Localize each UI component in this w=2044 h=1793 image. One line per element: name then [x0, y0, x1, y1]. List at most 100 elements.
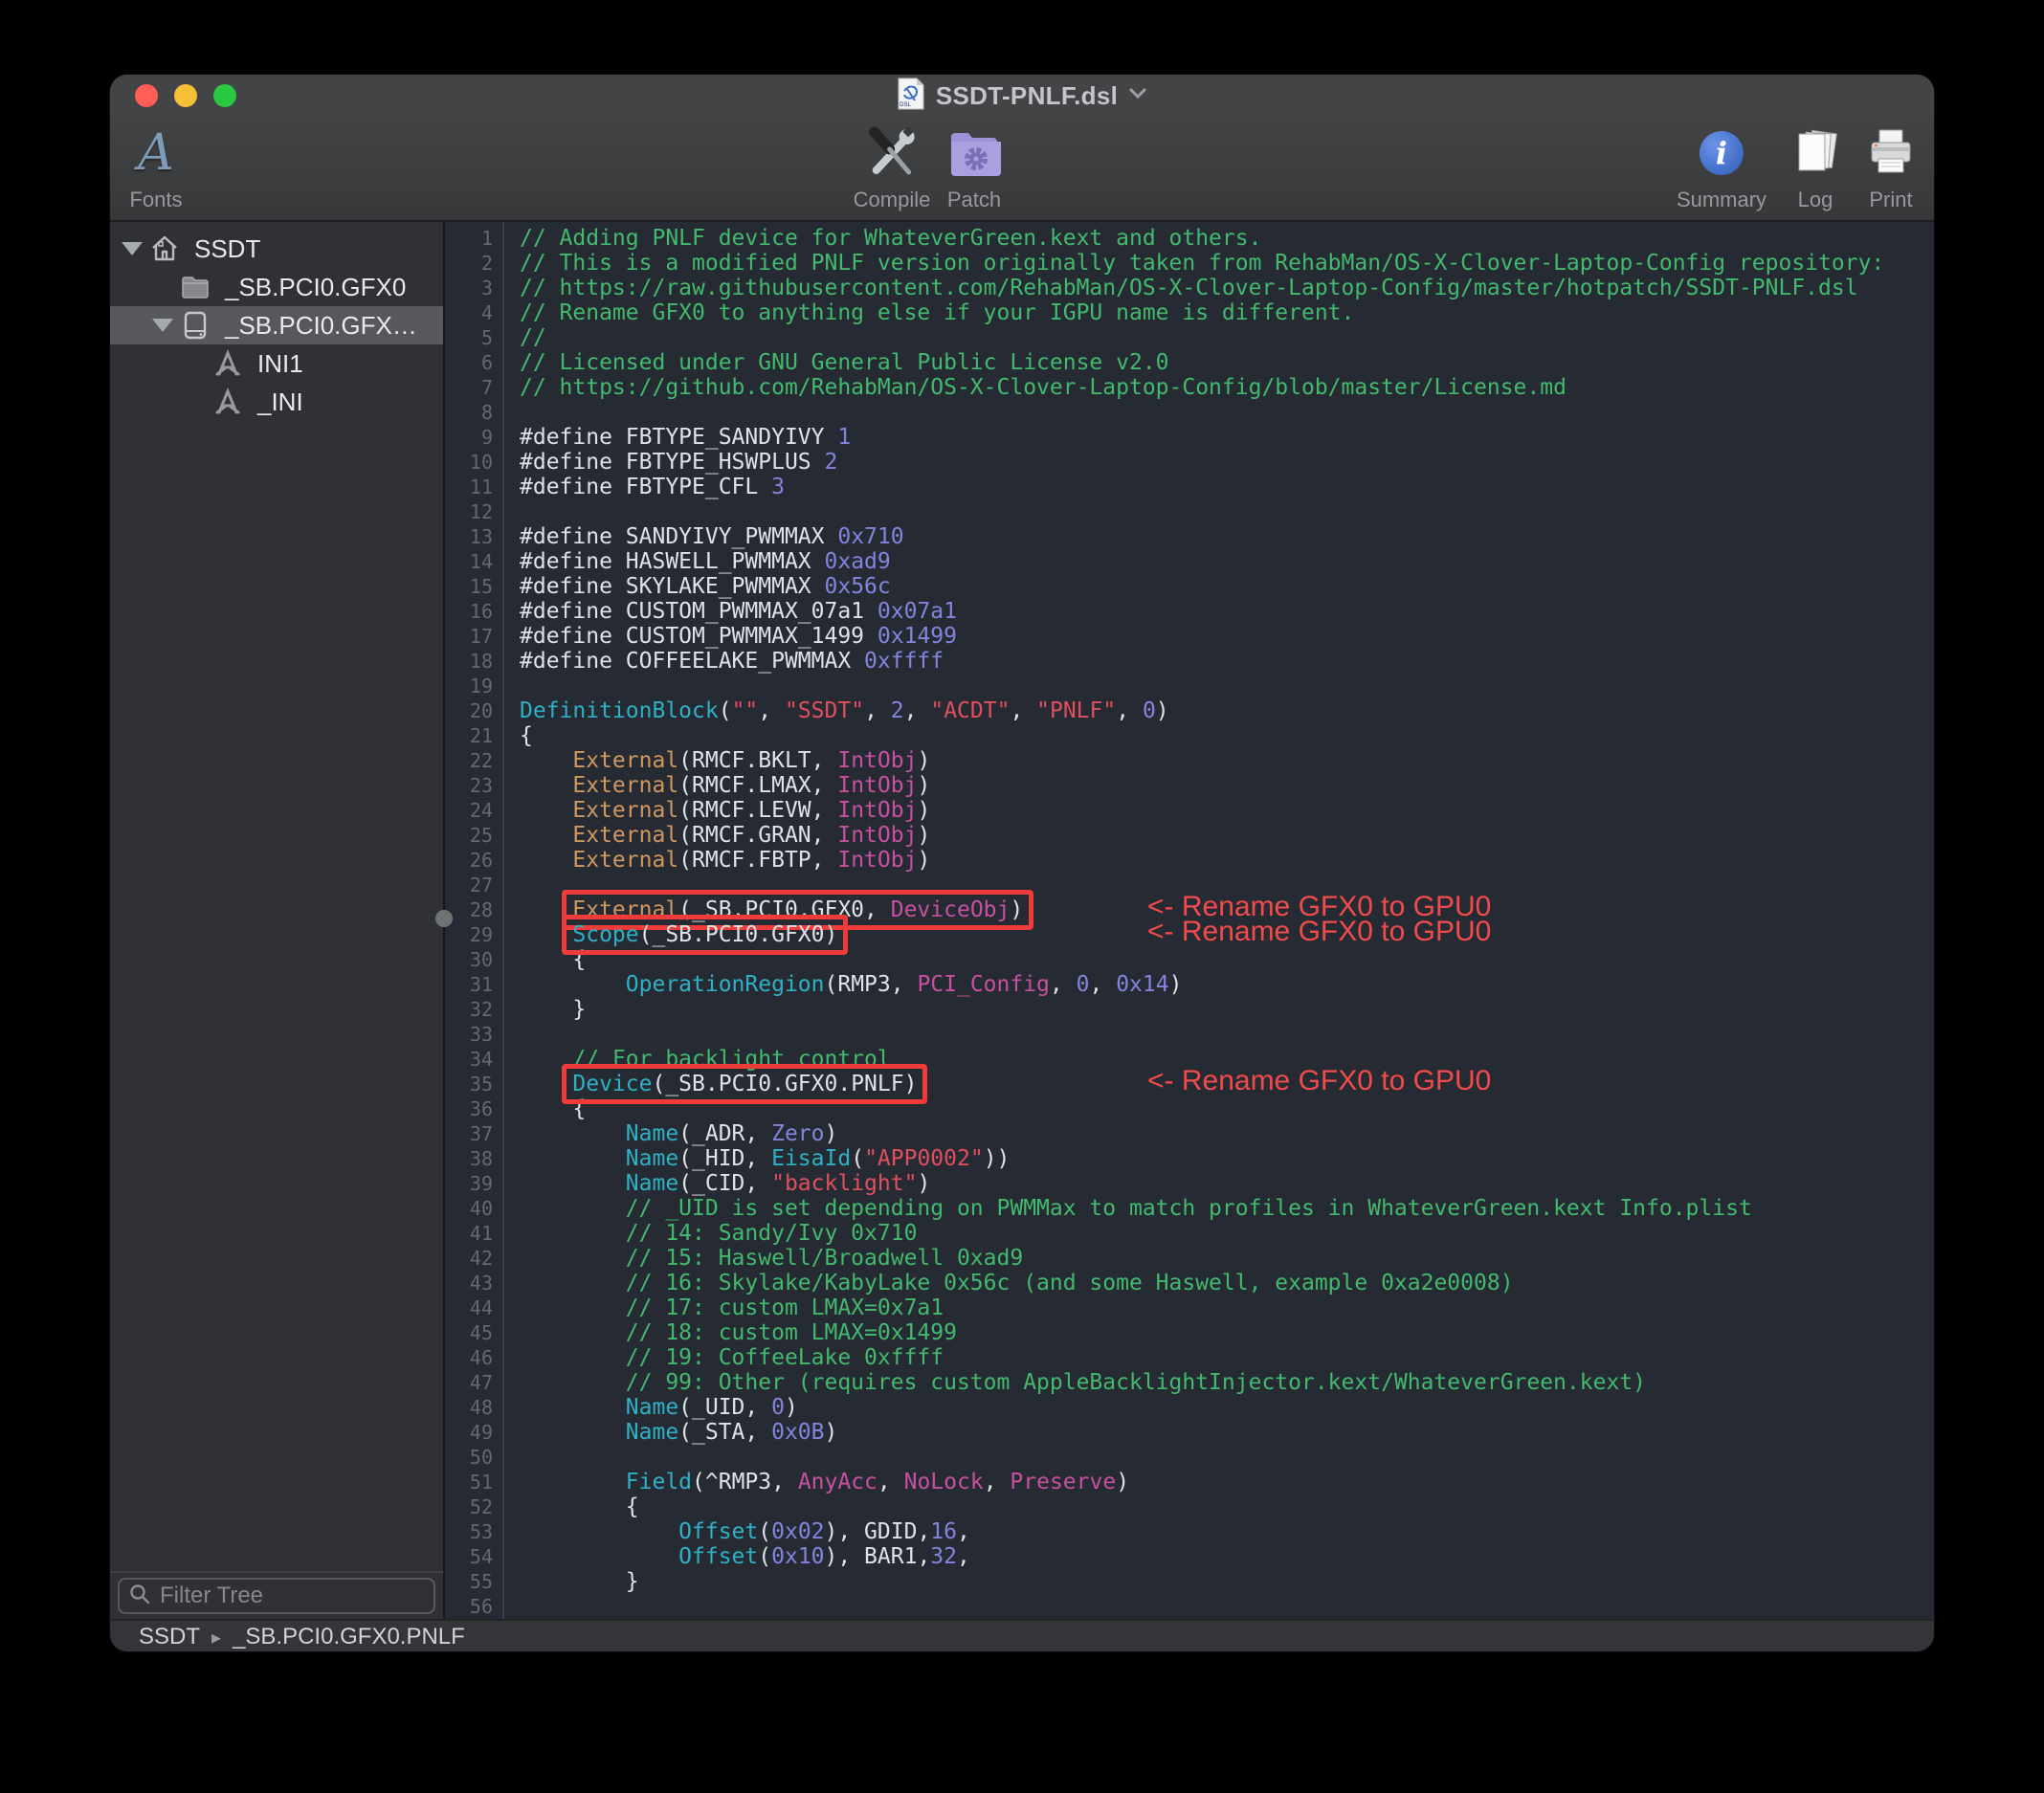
ssdt-tree: SSDT _SB.PCI0.GFX0	[110, 222, 443, 1571]
compile-button[interactable]: Compile	[854, 122, 931, 212]
code-editor[interactable]: 1234567891011121314151617181920212223242…	[445, 222, 1934, 1619]
filter-tree-input[interactable]	[158, 1582, 424, 1610]
code-line[interactable]: #define SANDYIVY_PWMMAX 0x710	[520, 524, 1934, 549]
code-line[interactable]: DefinitionBlock("", "SSDT", 2, "ACDT", "…	[520, 698, 1934, 723]
tree-item-sb-pci0-gfx0-device[interactable]: _SB.PCI0.GFX…	[110, 306, 443, 344]
code-line[interactable]: {	[520, 723, 1934, 748]
code-line[interactable]: // Adding PNLF device for WhateverGreen.…	[520, 226, 1934, 251]
minimize-button[interactable]	[174, 84, 197, 107]
code-line[interactable]: External(RMCF.BKLT, IntObj)	[520, 748, 1934, 773]
line-number: 18	[445, 649, 493, 674]
line-number: 34	[445, 1047, 493, 1072]
code-line[interactable]: // 19: CoffeeLake 0xffff	[520, 1345, 1934, 1370]
divider-handle-dot[interactable]	[435, 910, 453, 927]
code-line[interactable]: External(RMCF.LEVW, IntObj)	[520, 798, 1934, 823]
code-line[interactable]: // https://raw.githubusercontent.com/Reh…	[520, 276, 1934, 300]
code-line[interactable]: #define CUSTOM_PWMMAX_07a1 0x07a1	[520, 599, 1934, 624]
patch-button[interactable]: Patch	[946, 122, 1002, 212]
line-number: 29	[445, 922, 493, 947]
code-line[interactable]: Name(_CID, "backlight")	[520, 1171, 1934, 1196]
code-line[interactable]: #define FBTYPE_SANDYIVY 1	[520, 425, 1934, 450]
line-number: 36	[445, 1096, 493, 1121]
fonts-button[interactable]: A Fonts	[129, 122, 182, 212]
summary-button[interactable]: i Summary	[1677, 122, 1766, 212]
code-line[interactable]: #define FBTYPE_CFL 3	[520, 475, 1934, 499]
code-line[interactable]: Name(_ADR, Zero)	[520, 1121, 1934, 1146]
main-content: SSDT _SB.PCI0.GFX0	[110, 222, 1934, 1619]
code-line[interactable]: Name(_STA, 0x0B)	[520, 1420, 1934, 1445]
code-line[interactable]: Name(_HID, EisaId("APP0002"))	[520, 1146, 1934, 1171]
code-line[interactable]: // Licensed under GNU General Public Lic…	[520, 350, 1934, 375]
close-button[interactable]	[135, 84, 158, 107]
code-line[interactable]	[520, 674, 1934, 698]
code-line[interactable]: // 16: Skylake/KabyLake 0x56c (and some …	[520, 1271, 1934, 1295]
line-number: 7	[445, 375, 493, 400]
code-line[interactable]: Offset(0x02), GDID,16,	[520, 1519, 1934, 1544]
code-line[interactable]: // This is a modified PNLF version origi…	[520, 251, 1934, 276]
line-number: 20	[445, 698, 493, 723]
code-line[interactable]: // 99: Other (requires custom AppleBackl…	[520, 1370, 1934, 1395]
breadcrumb-root[interactable]: SSDT	[139, 1624, 200, 1650]
tree-item-ini1[interactable]: INI1	[110, 344, 443, 383]
code-line[interactable]: Offset(0x10), BAR1,32,	[520, 1544, 1934, 1569]
code-line[interactable]: #define SKYLAKE_PWMMAX 0x56c	[520, 574, 1934, 599]
print-label: Print	[1869, 188, 1912, 212]
code-line[interactable]: #define CUSTOM_PWMMAX_1499 0x1499	[520, 624, 1934, 649]
line-number: 56	[445, 1594, 493, 1619]
code-line[interactable]: #define COFFEELAKE_PWMMAX 0xffff	[520, 649, 1934, 674]
tree-item-ssdt[interactable]: SSDT	[110, 230, 443, 268]
code-line[interactable]: Name(_UID, 0)	[520, 1395, 1934, 1420]
tree-item-sb-pci0-gfx0-folder[interactable]: _SB.PCI0.GFX0	[110, 268, 443, 306]
breadcrumb-leaf[interactable]: _SB.PCI0.GFX0.PNLF	[233, 1624, 465, 1650]
code-line[interactable]: // 14: Sandy/Ivy 0x710	[520, 1221, 1934, 1246]
log-button[interactable]: Log	[1788, 122, 1842, 212]
code-line[interactable]: //	[520, 325, 1934, 350]
code-line[interactable]	[520, 1445, 1934, 1470]
code-line[interactable]: Field(^RMP3, AnyAcc, NoLock, Preserve)	[520, 1470, 1934, 1494]
code-line[interactable]: // _UID is set depending on PWMMax to ma…	[520, 1196, 1934, 1221]
print-button[interactable]: Print	[1864, 122, 1918, 212]
code-line[interactable]	[520, 1022, 1934, 1047]
code-line[interactable]	[520, 400, 1934, 425]
line-number: 41	[445, 1221, 493, 1246]
code-line[interactable]: OperationRegion(RMP3, PCI_Config, 0, 0x1…	[520, 972, 1934, 997]
line-number: 2	[445, 251, 493, 276]
chevron-down-icon[interactable]	[1129, 87, 1146, 104]
info-icon: i	[1700, 122, 1744, 184]
line-number: 9	[445, 425, 493, 450]
disclosure-triangle-icon[interactable]	[122, 242, 143, 255]
code-line[interactable]: #define HASWELL_PWMMAX 0xad9	[520, 549, 1934, 574]
tree-item-ini[interactable]: _INI	[110, 383, 443, 421]
patch-label: Patch	[947, 188, 1001, 212]
code-line[interactable]: External(RMCF.LMAX, IntObj)	[520, 773, 1934, 798]
code-pane[interactable]: // Adding PNLF device for WhateverGreen.…	[504, 222, 1934, 1619]
code-line[interactable]: {	[520, 1494, 1934, 1519]
code-line[interactable]	[520, 499, 1934, 524]
line-number: 3	[445, 276, 493, 300]
code-line[interactable]: }	[520, 1569, 1934, 1594]
title-group[interactable]: DSL SSDT-PNLF.dsl	[898, 77, 1146, 115]
zoom-button[interactable]	[213, 84, 236, 107]
pane-divider[interactable]	[443, 222, 445, 1619]
svg-text:DSL: DSL	[900, 102, 911, 108]
line-number: 32	[445, 997, 493, 1022]
app-window: DSL SSDT-PNLF.dsl A Fonts	[110, 75, 1934, 1651]
code-line[interactable]: Scope(_SB.PCI0.GFX0)<- Rename GFX0 to GP…	[520, 922, 1934, 947]
code-line[interactable]: }	[520, 997, 1934, 1022]
code-line[interactable]: // 18: custom LMAX=0x1499	[520, 1320, 1934, 1345]
code-line[interactable]: External(RMCF.FBTP, IntObj)	[520, 848, 1934, 873]
code-line[interactable]: // https://github.com/RehabMan/OS-X-Clov…	[520, 375, 1934, 400]
code-line[interactable]	[520, 1594, 1934, 1619]
code-line[interactable]: // 17: custom LMAX=0x7a1	[520, 1295, 1934, 1320]
disclosure-triangle-icon[interactable]	[152, 319, 173, 332]
line-number: 46	[445, 1345, 493, 1370]
tree-item-label: _INI	[257, 387, 303, 417]
line-number: 47	[445, 1370, 493, 1395]
code-line[interactable]: Device(_SB.PCI0.GFX0.PNLF)<- Rename GFX0…	[520, 1072, 1934, 1096]
code-line[interactable]: // Rename GFX0 to anything else if your …	[520, 300, 1934, 325]
code-line[interactable]: #define FBTYPE_HSWPLUS 2	[520, 450, 1934, 475]
filter-tree-field[interactable]	[118, 1578, 435, 1614]
line-number: 44	[445, 1295, 493, 1320]
code-line[interactable]: External(RMCF.GRAN, IntObj)	[520, 823, 1934, 848]
code-line[interactable]: // 15: Haswell/Broadwell 0xad9	[520, 1246, 1934, 1271]
